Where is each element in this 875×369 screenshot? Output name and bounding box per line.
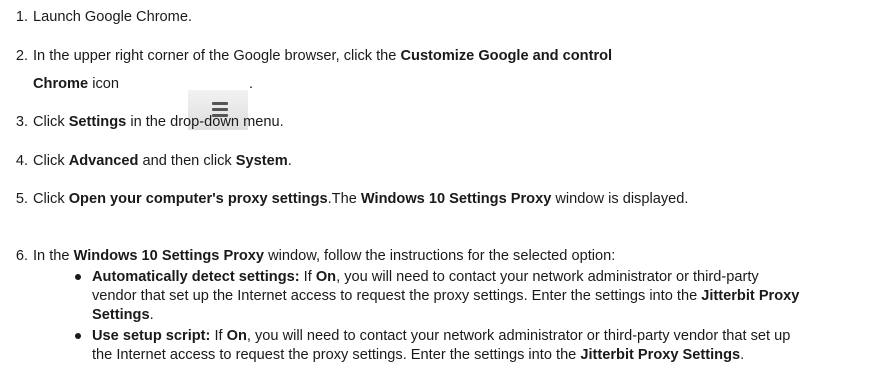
step-number: 4. [15,153,28,169]
step-number: 6. [15,248,28,264]
step-3: 3. Click Settings in the drop-down menu. [0,113,875,132]
step-text: window, follow the instructions for the … [264,248,616,264]
option-automatically-detect: Automatically detect settings: If On, yo… [0,268,804,325]
instructions-document: 1. Launch Google Chrome. 2. In the upper… [0,0,875,369]
bold-term: Use setup script: [92,328,211,344]
bold-term: Chrome [33,76,89,92]
bold-term: On [226,328,247,344]
option-use-setup-script: Use setup script: If On, you will need t… [0,327,804,365]
bold-term: On [315,269,337,285]
bold-term: Advanced [68,153,139,169]
step-text: Click [33,153,69,169]
bold-term: Settings [68,114,127,130]
bold-term: Windows 10 Settings Proxy [360,191,552,207]
step-6: 6. In the Windows 10 Settings Proxy wind… [0,247,875,365]
option-text: If [210,328,227,344]
step-text: In the [33,248,74,264]
step-text: Click [33,114,69,130]
step-5: 5. Click Open your computer's proxy sett… [0,190,873,209]
step-text: .The [327,191,361,207]
bold-term: Open your computer's proxy settings [68,191,328,207]
step-text: window is displayed. [551,191,689,207]
step-1: 1. Launch Google Chrome. [0,8,875,27]
step-text: icon [88,76,119,92]
option-text: If [299,269,316,285]
option-text: . [740,347,745,363]
options-list: Automatically detect settings: If On, yo… [0,268,875,365]
bold-term: System [235,153,288,169]
bold-term: Customize Google and control [400,48,613,64]
step-number: 5. [15,191,28,207]
step-4: 4. Click Advanced and then click System. [0,152,875,171]
step-text: in the drop-down menu. [126,114,284,130]
step-text: Launch Google Chrome. [33,9,193,25]
step-text: In the upper right corner of the Google … [33,48,401,64]
step-text: . [287,153,292,169]
bold-term: Windows 10 Settings Proxy [73,248,265,264]
steps-list: 1. Launch Google Chrome. 2. In the upper… [0,0,875,363]
bold-term: Jitterbit Proxy Settings [580,347,741,363]
step-2-continuation: Chrome icon. [33,75,253,130]
step-text: and then click [138,153,236,169]
step-number: 1. [15,9,28,25]
step-text: Click [33,191,69,207]
option-text: . [149,307,154,323]
step-number: 3. [15,114,28,130]
step-text: . [249,76,254,92]
bold-term: Automatically detect settings: [92,269,300,285]
step-2: 2. In the upper right corner of the Goog… [0,47,875,130]
step-number: 2. [15,48,28,64]
